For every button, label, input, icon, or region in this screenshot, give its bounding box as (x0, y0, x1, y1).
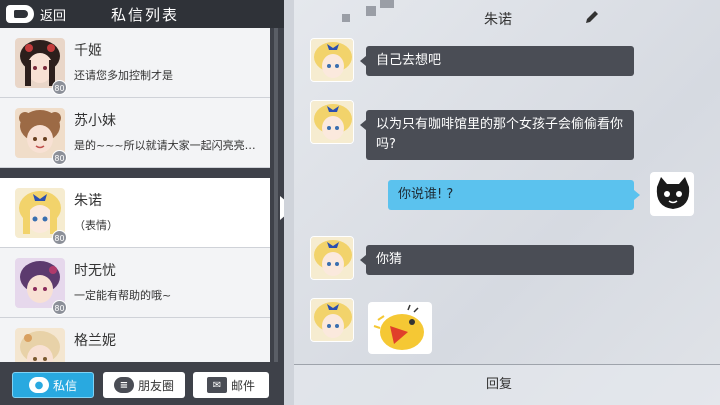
decor-square (380, 0, 394, 8)
avatar (15, 328, 65, 362)
avatar[interactable] (310, 38, 354, 82)
contact-preview: （表情） (74, 219, 118, 232)
bottom-nav: ● 私信 ≡ 朋友圈 ✉ 邮件 (0, 362, 284, 405)
contact-preview: 一定能有帮助的哦~ (74, 289, 172, 302)
back-arrow-icon (6, 5, 34, 23)
friends-tab-label: 朋友圈 (137, 378, 174, 393)
contact-preview: 是的~~~所以就请大家一起闪亮亮… (74, 139, 256, 152)
avatar[interactable] (310, 298, 354, 342)
panel-gutter (284, 0, 294, 405)
panel-topbar: 返回 私信列表 (0, 0, 284, 28)
avatar[interactable] (310, 236, 354, 280)
contact-list[interactable]: 80 千姬 还请您多加控制才是 80 苏小妹 是的~~~所以就请大家一起闪亮亮…… (0, 28, 284, 362)
contact-item-zhunuo[interactable]: 80 朱诺 （表情） (0, 178, 270, 248)
my-avatar-cat-icon[interactable] (650, 172, 694, 216)
contact-item-gelanni[interactable]: 格兰妮 (0, 318, 270, 362)
reply-button[interactable]: 回复 (474, 373, 524, 392)
panel-title: 私信列表 (110, 6, 179, 24)
level-badge: 80 (52, 300, 67, 315)
reply-bar: 回复 (294, 364, 720, 405)
decor-square (366, 6, 376, 16)
contact-list-panel: 返回 私信列表 80 千姬 还请您多加控制才是 80 苏小妹 是的~~~所以就请… (0, 0, 284, 405)
back-button[interactable]: 返回 (6, 3, 66, 25)
back-label: 返回 (40, 8, 67, 24)
contact-name: 千姬 (74, 43, 102, 59)
avatar[interactable] (310, 100, 354, 144)
chat-header: 朱诺 (294, 0, 720, 34)
contact-list-scrollbar[interactable] (274, 28, 278, 362)
my-message-bubble: 你说谁! ? (388, 180, 640, 210)
message-bubble: 以为只有咖啡馆里的那个女孩子会偷偷看你吗? (360, 110, 634, 160)
yellow-creature-sticker-icon (373, 304, 424, 350)
decor-square (342, 14, 350, 22)
contact-name: 苏小妹 (74, 113, 116, 129)
mail-tab-label: 邮件 (230, 378, 255, 393)
messages-tab-label: 私信 (52, 378, 77, 393)
contact-item-qianji[interactable]: 80 千姬 还请您多加控制才是 (0, 28, 270, 98)
friends-tab[interactable]: ≡ 朋友圈 (103, 372, 185, 398)
chat-panel: 朱诺 自己去想吧 以为只有咖啡馆里的那个女孩子会偷偷看你吗? 你说谁! ? 你猜… (294, 0, 720, 405)
sticker-message[interactable] (368, 302, 432, 354)
mail-tab[interactable]: ✉ 邮件 (193, 372, 269, 398)
chat-title: 朱诺 (484, 12, 512, 28)
message-bubble: 你猜 (360, 245, 634, 275)
level-badge: 80 (52, 80, 67, 95)
envelope-icon: ✉ (206, 377, 227, 393)
contact-name: 朱诺 (74, 193, 102, 209)
messages-tab[interactable]: ● 私信 (12, 372, 94, 398)
moments-icon: ≡ (113, 377, 134, 393)
chat-message-area[interactable]: 自己去想吧 以为只有咖啡馆里的那个女孩子会偷偷看你吗? 你说谁! ? 你猜 (294, 34, 720, 364)
contact-name: 格兰妮 (74, 333, 116, 349)
contact-item-suxiaomei[interactable]: 80 苏小妹 是的~~~所以就请大家一起闪亮亮… (0, 98, 270, 168)
level-badge: 80 (52, 150, 67, 165)
pencil-icon[interactable] (584, 9, 600, 25)
level-badge: 80 (52, 230, 67, 245)
contact-preview: 还请您多加控制才是 (74, 69, 173, 82)
contact-name: 时无忧 (74, 263, 116, 279)
message-bubble: 自己去想吧 (360, 46, 634, 76)
chat-bubble-icon: ● (28, 377, 49, 393)
contact-item-shiwuyou[interactable]: 80 时无忧 一定能有帮助的哦~ (0, 248, 270, 318)
